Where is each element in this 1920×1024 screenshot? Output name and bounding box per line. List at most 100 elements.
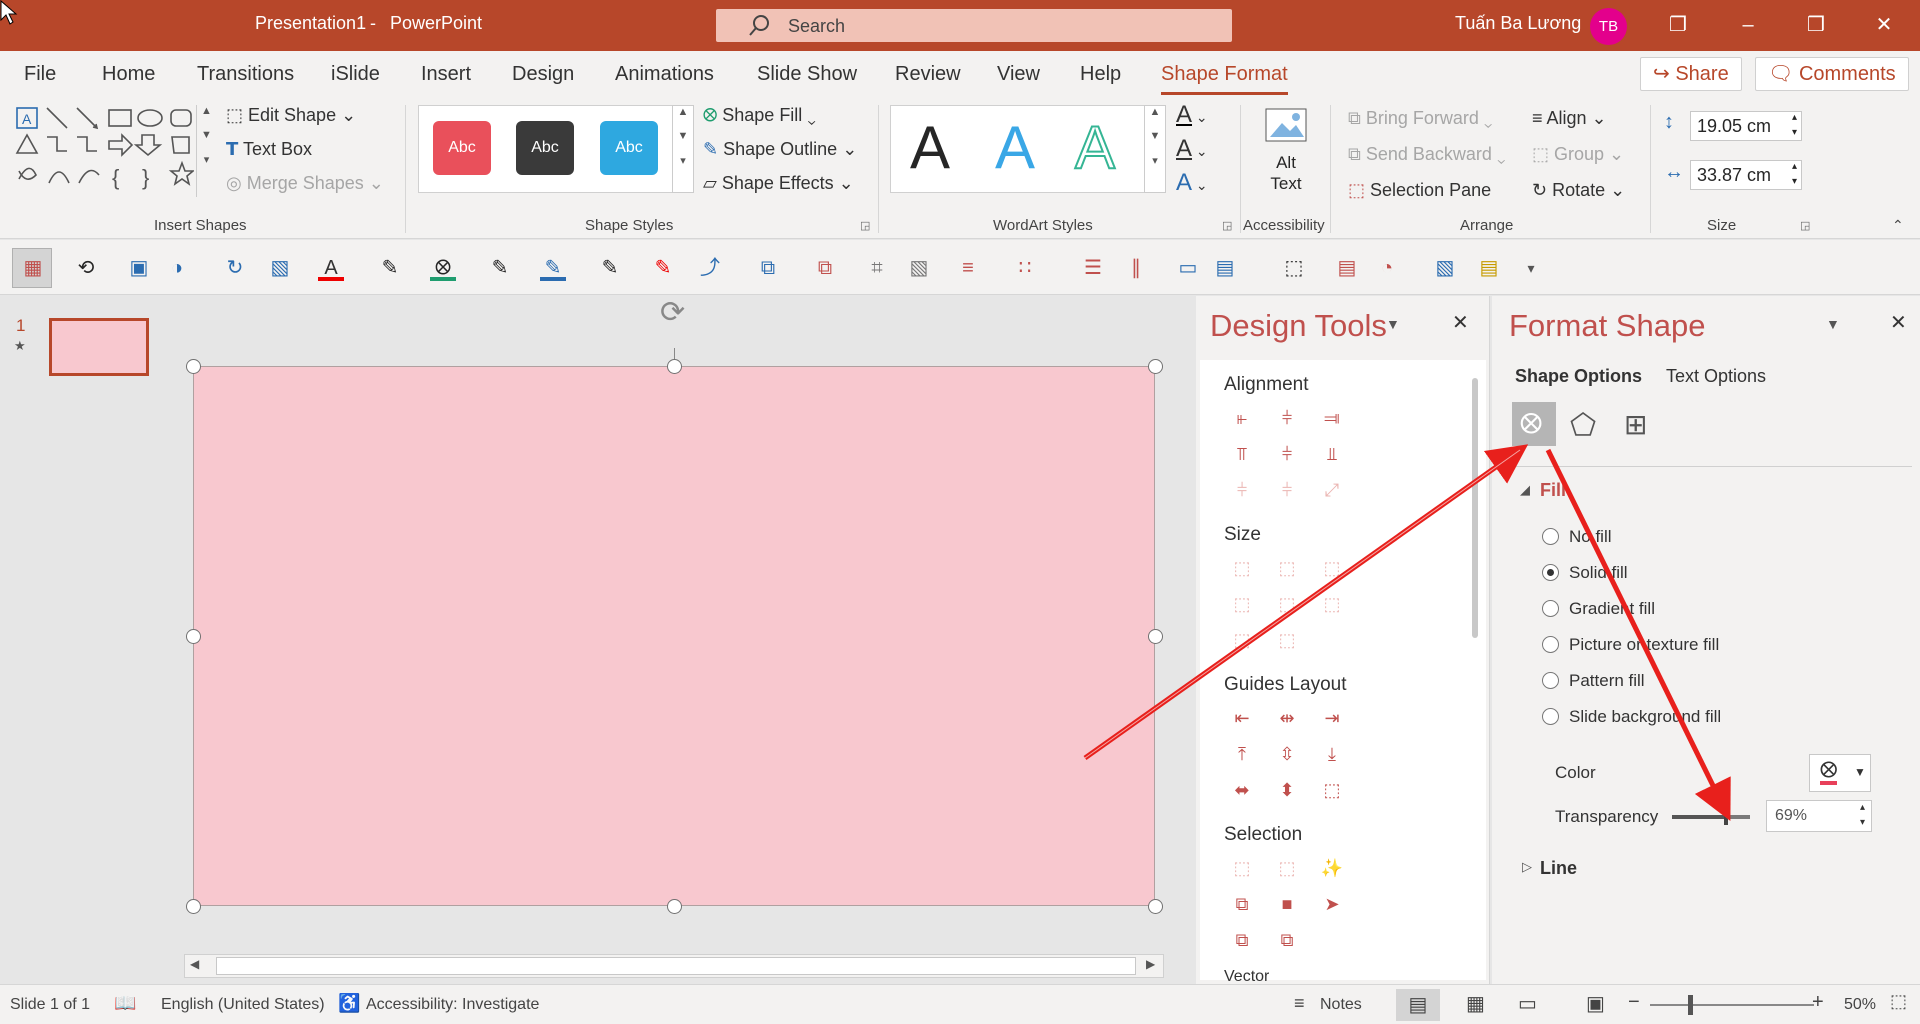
pentagon-icon[interactable]: ⬠	[1570, 408, 1596, 443]
rotate-button[interactable]: ↻ Rotate ⌄	[1532, 180, 1625, 201]
zoom-in-icon[interactable]: +	[1812, 991, 1824, 1014]
normal-view-icon[interactable]: ▤	[1396, 989, 1440, 1021]
tab-text-options[interactable]: Text Options	[1666, 366, 1766, 387]
guide-center-h-icon[interactable]: ⇹	[1275, 706, 1299, 730]
resize-handle-bottom-left[interactable]	[186, 899, 201, 914]
picture-fill-label[interactable]: Picture or texture fill	[1569, 635, 1719, 655]
line-expand-icon[interactable]: ▷	[1522, 859, 1532, 875]
selection-pane-button[interactable]: ⬚ Selection Pane	[1348, 180, 1491, 201]
rotate-shape-icon[interactable]: ⟲	[73, 255, 99, 281]
scroll-left-icon[interactable]: ◀	[190, 957, 199, 971]
comments-button[interactable]: 🗨 Comments	[1755, 57, 1909, 91]
no-fill-label[interactable]: No fill	[1569, 527, 1612, 547]
layers-icon[interactable]: ☰	[1080, 255, 1106, 281]
align-right-icon[interactable]: ⫥	[1320, 406, 1344, 430]
guide-bottom-icon[interactable]: ⤓	[1320, 742, 1344, 766]
accessibility-status[interactable]: Accessibility: Investigate	[366, 996, 539, 1014]
customize-toolbar-icon[interactable]: ▾	[1518, 255, 1544, 281]
align-left-icon[interactable]: ⫦	[1230, 406, 1254, 430]
dialog-launcher-icon[interactable]: ◲	[860, 219, 870, 232]
guide-left-icon[interactable]: ⇤	[1230, 706, 1254, 730]
line-section-header[interactable]: Line	[1540, 858, 1577, 879]
text-box-button[interactable]: 𝗧 Text Box	[226, 139, 312, 160]
pane-options-icon[interactable]: ▼	[1826, 316, 1840, 332]
guide-fill-h-icon[interactable]: ⬌	[1230, 778, 1254, 802]
style-swatch-red[interactable]: Abc	[433, 121, 491, 175]
avatar[interactable]: TB	[1590, 8, 1627, 45]
tab-shape-format[interactable]: Shape Format	[1161, 63, 1288, 95]
fill-eyedropper-icon[interactable]: ✎	[487, 255, 513, 281]
transparency-input[interactable]: 69% ▴ ▾	[1766, 800, 1872, 832]
ribbon-display-icon[interactable]: ❐	[1658, 10, 1698, 42]
export-icon[interactable]: ▤	[1334, 255, 1360, 281]
transparency-slider-thumb[interactable]	[1723, 809, 1728, 825]
guide-fill-v-icon[interactable]: ⬍	[1275, 778, 1299, 802]
shape-outline-button[interactable]: ✎ Shape Outline ⌄	[703, 139, 857, 160]
picker-icon[interactable]: ✎	[650, 255, 676, 281]
select-back-icon[interactable]: ⧉	[1275, 928, 1299, 952]
language[interactable]: English (United States)	[161, 996, 325, 1014]
image-library-icon[interactable]: ▧	[1432, 255, 1458, 281]
color-picker-button[interactable]: ⭙ ▼	[1809, 754, 1871, 792]
screenshot-icon[interactable]: ⬚	[1281, 255, 1307, 281]
align-middle-icon[interactable]: ⫩	[1275, 442, 1299, 466]
connector-icon[interactable]: ⤴	[697, 255, 723, 281]
accessibility-icon[interactable]: ♿	[338, 993, 360, 1014]
shape-styles-scroll[interactable]: ▲ ▼ ▾	[672, 105, 694, 193]
select-front-icon[interactable]: ■	[1275, 892, 1299, 916]
spelling-icon[interactable]: 📖	[114, 993, 136, 1014]
radio-pattern-fill[interactable]	[1542, 672, 1559, 689]
tab-insert[interactable]: Insert	[421, 63, 471, 86]
radio-picture-fill[interactable]	[1542, 636, 1559, 653]
line-eyedropper-icon[interactable]: ✎	[597, 255, 623, 281]
close-pane-icon[interactable]: ✕	[1452, 310, 1469, 335]
wordart-scroll[interactable]: ▲ ▼ ▾	[1144, 105, 1166, 193]
width-input[interactable]: 33.87 cm ▴ ▾	[1690, 160, 1802, 190]
pattern-fill-label[interactable]: Pattern fill	[1569, 671, 1645, 691]
fill-expand-icon[interactable]: ◢	[1520, 482, 1530, 498]
align-bottom-icon[interactable]: ⫫	[1320, 442, 1344, 466]
slide-thumbnail[interactable]	[49, 318, 149, 376]
minimize-icon[interactable]: –	[1728, 10, 1768, 42]
text-fill-icon[interactable]: A ⌄	[1176, 101, 1208, 129]
search-box[interactable]: Search	[716, 9, 1232, 42]
magic-wand-icon[interactable]: ✨	[1320, 856, 1344, 880]
tab-home[interactable]: Home	[102, 63, 155, 86]
transparency-slider-track[interactable]	[1672, 809, 1750, 825]
line-color-icon[interactable]: ✎	[540, 255, 566, 281]
resize-handle-top-right[interactable]	[1148, 359, 1163, 374]
zoom-slider[interactable]	[1650, 1004, 1814, 1006]
rotate-icon[interactable]: ↻	[222, 255, 248, 281]
selected-rectangle-shape[interactable]	[193, 366, 1155, 906]
resize-handle-right[interactable]	[1148, 629, 1163, 644]
pane-scrollbar[interactable]	[1472, 378, 1478, 638]
layout-icon[interactable]: ▦	[20, 255, 46, 281]
picture-icon[interactable]: ▧	[267, 255, 293, 281]
guide-top-icon[interactable]: ⤒	[1230, 742, 1254, 766]
slide-sorter-icon[interactable]: ▦	[1466, 991, 1485, 1016]
slide-background-fill-label[interactable]: Slide background fill	[1569, 707, 1721, 727]
collapse-ribbon-icon[interactable]: ⌃	[1892, 217, 1904, 234]
shape-effects-button[interactable]: ▱ Shape Effects ⌄	[703, 173, 854, 194]
resize-handle-left[interactable]	[186, 629, 201, 644]
fill-color-icon[interactable]: ⭙	[430, 255, 456, 281]
radio-slide-background-fill[interactable]	[1542, 708, 1559, 725]
textbox-icon[interactable]: ▣	[126, 255, 152, 281]
share-button[interactable]: ↪ Share	[1640, 57, 1742, 91]
tab-animations[interactable]: Animations	[615, 63, 714, 86]
zoom-level[interactable]: 50%	[1844, 996, 1876, 1014]
radio-gradient-fill[interactable]	[1542, 600, 1559, 617]
pane-options-icon[interactable]: ▼	[1386, 316, 1400, 332]
gradient-fill-label[interactable]: Gradient fill	[1569, 599, 1655, 619]
align-center-icon[interactable]: ⫩	[1275, 406, 1299, 430]
scroll-right-icon[interactable]: ▶	[1146, 957, 1155, 971]
dialog-launcher-icon[interactable]: ◲	[1222, 219, 1232, 232]
text-outline-icon[interactable]: A ⌄	[1176, 135, 1208, 163]
reading-view-icon[interactable]: ▭	[1518, 991, 1537, 1016]
shape-fill-button[interactable]: ⭙ Shape Fill ⌄	[703, 105, 816, 126]
radio-no-fill[interactable]	[1542, 528, 1559, 545]
guide-right-icon[interactable]: ⇥	[1320, 706, 1344, 730]
shape-combine-icon[interactable]: ⧉	[812, 255, 838, 281]
align-distribute-icon[interactable]: ≡	[955, 255, 981, 281]
solid-fill-label[interactable]: Solid fill	[1569, 563, 1628, 583]
